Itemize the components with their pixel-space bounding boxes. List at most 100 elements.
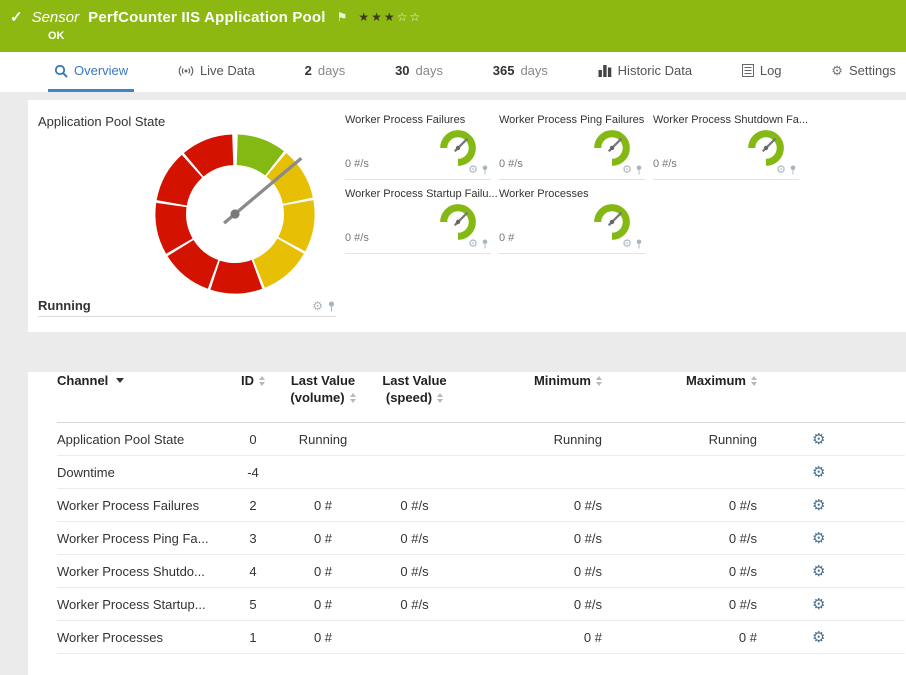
mini-gauge-label: Worker Process Startup Failu... <box>345 188 491 200</box>
pin-icon[interactable] <box>327 301 336 312</box>
pin-icon[interactable] <box>481 239 489 249</box>
main-gauge-value: Running <box>38 298 91 313</box>
channel-settings-icon[interactable]: ⚙ <box>812 629 825 646</box>
pin-icon[interactable] <box>635 239 643 249</box>
channel-settings-icon[interactable]: ⚙ <box>812 431 825 448</box>
sort-icon[interactable] <box>437 393 443 403</box>
sort-icon[interactable] <box>259 376 265 386</box>
tab-live-data[interactable]: Live Data <box>172 52 261 92</box>
sensor-title: PerfCounter IIS Application Pool <box>88 9 326 26</box>
channel-last-value-volume: 0 # <box>279 522 367 555</box>
mini-gauges-grid: Worker Process Failures 0 #/s ⚙ Worker P… <box>345 114 807 254</box>
channel-name[interactable]: Worker Process Ping Fa... <box>57 522 227 555</box>
tab-day-count: 30 <box>395 63 409 78</box>
channel-last-value-volume: 0 # <box>279 555 367 588</box>
mini-gauge-worker-process-shutdown-failures: Worker Process Shutdown Fa... 0 #/s ⚙ <box>653 114 799 180</box>
channel-settings-icon[interactable]: ⚙ <box>812 497 825 514</box>
channel-settings-icon[interactable]: ⚙ <box>812 530 825 547</box>
gear-icon[interactable]: ⚙ <box>622 163 632 176</box>
channel-settings-icon[interactable]: ⚙ <box>812 596 825 613</box>
gear-icon[interactable]: ⚙ <box>622 237 632 250</box>
channel-maximum: 0 #/s <box>602 588 757 621</box>
mini-gauge-value: 0 # <box>499 232 514 244</box>
mini-gauge-label: Worker Process Ping Failures <box>499 114 645 126</box>
channel-name[interactable]: Worker Process Startup... <box>57 588 227 621</box>
gear-icon[interactable]: ⚙ <box>468 163 478 176</box>
header-id[interactable]: ID <box>227 372 279 423</box>
header-minimum[interactable]: Minimum <box>462 372 602 423</box>
sensor-status-badge: OK <box>48 30 65 42</box>
tab-log[interactable]: Log <box>736 52 788 92</box>
channel-name[interactable]: Worker Process Shutdo... <box>57 555 227 588</box>
priority-stars[interactable]: ★★★☆☆ <box>358 10 422 24</box>
table-row-worker-process-ping-failures: Worker Process Ping Fa... 3 0 # 0 #/s 0 … <box>57 522 905 555</box>
channel-name[interactable]: Application Pool State <box>57 423 227 456</box>
tab-day-count: 365 <box>493 63 515 78</box>
tab-label: Overview <box>74 63 128 78</box>
status-check-icon: ✓ <box>10 8 23 26</box>
channel-last-value-speed <box>367 423 462 456</box>
live-data-icon <box>178 65 194 77</box>
channel-last-value-speed: 0 #/s <box>367 555 462 588</box>
channel-last-value-speed <box>367 621 462 654</box>
gear-icon[interactable]: ⚙ <box>468 237 478 250</box>
channel-id: 1 <box>227 621 279 654</box>
sort-icon[interactable] <box>350 393 356 403</box>
channel-settings-icon[interactable]: ⚙ <box>812 563 825 580</box>
channel-id: 4 <box>227 555 279 588</box>
overview-icon <box>54 64 68 78</box>
sort-caret-icon[interactable] <box>116 378 124 383</box>
tab-bar: Overview Live Data 2 days 30 days 365 da… <box>0 52 906 92</box>
channel-minimum <box>462 456 602 489</box>
header-last-value-speed[interactable]: Last Value (speed) <box>367 372 462 423</box>
stars-filled-icon[interactable]: ★★★ <box>358 10 396 24</box>
header-label: Maximum <box>686 372 746 389</box>
tab-day-unit: days <box>520 63 547 78</box>
channel-id: 5 <box>227 588 279 621</box>
pin-icon[interactable] <box>481 165 489 175</box>
gear-icon[interactable]: ⚙ <box>312 299 323 313</box>
channel-name[interactable]: Worker Process Failures <box>57 489 227 522</box>
channel-last-value-speed: 0 #/s <box>367 588 462 621</box>
pin-icon[interactable] <box>635 165 643 175</box>
channel-id: 0 <box>227 423 279 456</box>
tab-settings[interactable]: ⚙ Settings <box>825 52 902 92</box>
channel-maximum: 0 #/s <box>602 522 757 555</box>
main-gauge-footer: Running ⚙ <box>38 298 336 317</box>
channel-name[interactable]: Downtime <box>57 456 227 489</box>
tab-365-days[interactable]: 365 days <box>487 52 554 92</box>
gear-icon[interactable]: ⚙ <box>776 163 786 176</box>
table-row-worker-process-startup-failures: Worker Process Startup... 5 0 # 0 #/s 0 … <box>57 588 905 621</box>
flag-icon[interactable]: ⚑ <box>337 10 348 24</box>
header-label: (speed) <box>386 389 432 406</box>
tab-30-days[interactable]: 30 days <box>389 52 449 92</box>
header-channel[interactable]: Channel <box>57 372 227 423</box>
channels-table: Channel ID Last Value (volume) Last Valu… <box>57 372 905 654</box>
historic-data-icon <box>598 64 612 77</box>
tab-historic-data[interactable]: Historic Data <box>592 52 698 92</box>
mini-gauge-value: 0 #/s <box>345 158 369 170</box>
pin-icon[interactable] <box>789 165 797 175</box>
channel-name[interactable]: Worker Processes <box>57 621 227 654</box>
header-last-value-volume[interactable]: Last Value (volume) <box>279 372 367 423</box>
header-label: Channel <box>57 372 108 389</box>
tab-overview[interactable]: Overview <box>48 52 134 92</box>
channel-id: 2 <box>227 489 279 522</box>
channel-last-value-volume: 0 # <box>279 621 367 654</box>
channel-settings-icon[interactable]: ⚙ <box>812 464 825 481</box>
tab-2-days[interactable]: 2 days <box>299 52 352 92</box>
header-label: (volume) <box>290 389 344 406</box>
sort-icon[interactable] <box>751 376 757 386</box>
mini-gauge-value: 0 #/s <box>653 158 677 170</box>
sensor-overview-content: Application Pool State Running ⚙ <box>0 92 906 675</box>
channel-minimum: 0 #/s <box>462 588 602 621</box>
sensor-header: ✓ Sensor PerfCounter IIS Application Poo… <box>0 0 906 52</box>
channel-minimum: 0 # <box>462 621 602 654</box>
settings-gear-icon: ⚙ <box>831 63 843 79</box>
header-label: ID <box>241 372 254 389</box>
table-row-worker-processes: Worker Processes 1 0 # 0 # 0 # ⚙ <box>57 621 905 654</box>
channel-minimum: 0 #/s <box>462 489 602 522</box>
sort-icon[interactable] <box>596 376 602 386</box>
header-maximum[interactable]: Maximum <box>602 372 757 423</box>
stars-empty-icon[interactable]: ☆☆ <box>397 10 423 24</box>
